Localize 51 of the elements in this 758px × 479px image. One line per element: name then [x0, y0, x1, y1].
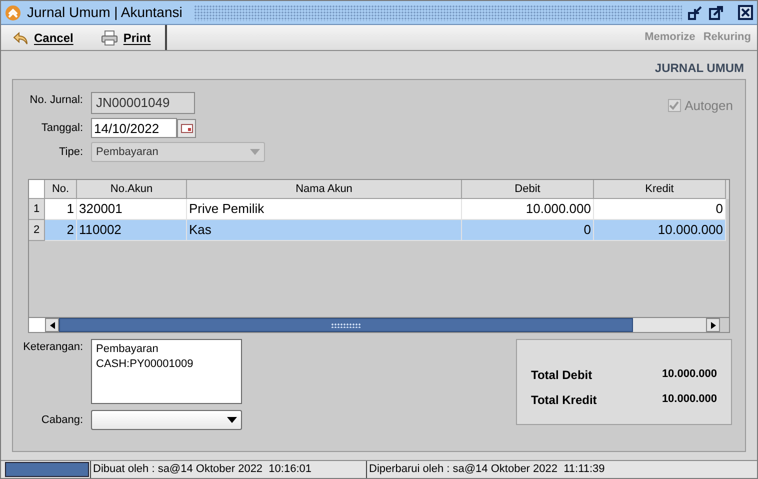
- column-header[interactable]: Debit: [462, 180, 594, 199]
- status-text: Dibuat oleh : sa@14 Oktober 2022 10:16:01: [90, 461, 366, 478]
- table-cell: 10.000.000: [594, 220, 726, 241]
- scroll-right-button[interactable]: [706, 318, 720, 332]
- maximize-icon[interactable]: [709, 5, 724, 20]
- minimize-icon[interactable]: [688, 5, 703, 20]
- date-field[interactable]: 14/10/2022: [91, 118, 177, 138]
- column-header[interactable]: No.: [45, 180, 77, 199]
- table-cell: 2: [45, 220, 77, 241]
- close-icon[interactable]: [738, 5, 753, 20]
- field-label: Cabang:: [40, 412, 83, 428]
- calendar-icon: [180, 124, 192, 132]
- horizontal-scrollbar[interactable]: [59, 318, 706, 332]
- field-label: No. Jurnal:: [28, 93, 83, 108]
- table-cell: 0: [462, 220, 594, 241]
- table-corner: [29, 180, 45, 199]
- right-arrow-icon: [710, 322, 716, 328]
- printer-icon: [101, 30, 118, 46]
- total-value: 10.000.000: [662, 392, 717, 406]
- cancel-button[interactable]: Cancel: [9, 26, 78, 48]
- app-logo-icon: [5, 4, 21, 20]
- row-header: 2: [29, 220, 45, 241]
- field-label: Keterangan:: [22, 340, 83, 355]
- undo-arrow-icon: [13, 30, 29, 46]
- total-label: Total Kredit: [531, 392, 597, 408]
- table-cell: Kas: [187, 220, 462, 241]
- column-header[interactable]: Kredit: [594, 180, 726, 199]
- print-button[interactable]: Print: [97, 26, 155, 48]
- checkmark-icon: [669, 101, 680, 110]
- column-header[interactable]: No.Akun: [77, 180, 187, 199]
- total-value: 10.000.000: [662, 366, 717, 382]
- row-header: 1: [29, 199, 45, 220]
- left-arrow-icon: [50, 322, 54, 328]
- branch-dropdown[interactable]: [91, 410, 242, 430]
- table-corner: [29, 318, 45, 332]
- description-field[interactable]: Pembayaran CASH:PY00001009: [91, 339, 242, 404]
- dropdown-arrow-icon: [250, 149, 260, 155]
- column-header[interactable]: Nama Akun: [187, 180, 462, 199]
- journal-number-field: JN00001049: [91, 92, 195, 114]
- dropdown-arrow-icon: [227, 417, 237, 423]
- field-label: Tanggal:: [40, 120, 83, 136]
- window-title: Jurnal Umum | Akuntansi: [27, 3, 184, 22]
- status-text: Diperbarui oleh : sa@14 Oktober 2022 11:11:39: [366, 461, 757, 478]
- section-heading: JURNAL UMUM: [654, 60, 744, 77]
- table-cell: 110002: [77, 220, 187, 241]
- total-label: Total Debit: [531, 366, 592, 384]
- table-row[interactable]: 2 2 110002 Kas 0 10.000.000: [29, 220, 726, 241]
- field-label: Tipe:: [58, 144, 83, 160]
- calendar-button[interactable]: [177, 118, 196, 138]
- scroll-left-button[interactable]: [45, 318, 59, 332]
- table-row[interactable]: 1 1 320001 Prive Pemilik 10.000.000 0: [29, 199, 726, 220]
